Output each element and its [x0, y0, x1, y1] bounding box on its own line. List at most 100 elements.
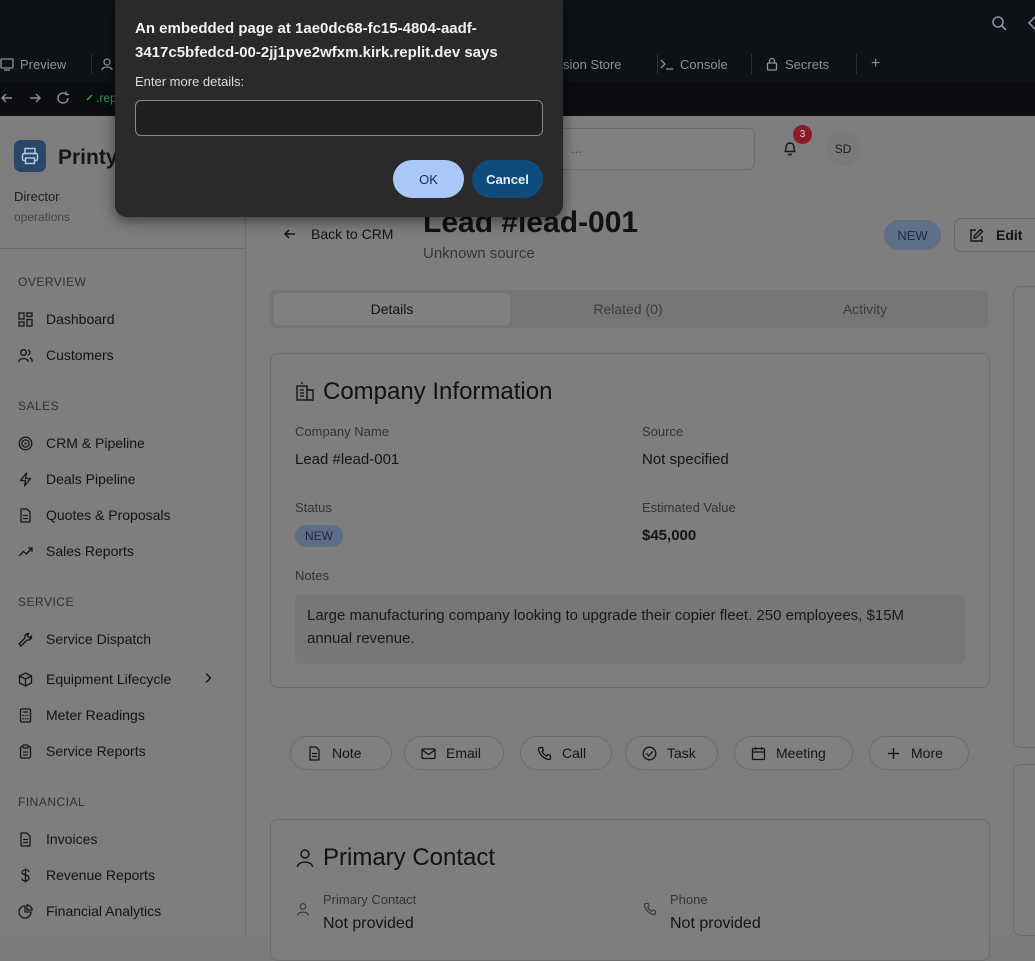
dialog-message: An embedded page at 1ae0dc68-fc15-4804-a… — [135, 20, 498, 61]
sidebar-item-quotes[interactable]: Quotes & Proposals — [18, 503, 228, 527]
phone-icon — [537, 746, 552, 760]
tab-activity[interactable]: Activity — [746, 293, 984, 325]
sidebar-item-label: Service Dispatch — [46, 631, 152, 647]
section-overview: OVERVIEW — [18, 275, 87, 289]
sidebar-item-label: Invoices — [46, 831, 98, 847]
brand-name[interactable]: Printy — [58, 146, 118, 170]
dollar-icon — [21, 868, 30, 882]
back-label: Back to CRM — [311, 226, 394, 242]
sidebar-item-label: Equipment Lifecycle — [46, 671, 172, 687]
back-arrow-icon[interactable] — [0, 91, 14, 105]
refresh-icon[interactable] — [56, 91, 70, 105]
terminal-icon — [660, 59, 673, 70]
tab-details[interactable]: Details — [274, 293, 510, 325]
edit-icon — [970, 228, 984, 242]
status-badge: NEW — [295, 525, 343, 547]
tab-secrets[interactable]: Secrets — [765, 46, 857, 82]
note-label: Note — [332, 745, 362, 761]
sidebar-item-meter-readings[interactable]: Meter Readings — [18, 703, 228, 727]
tab-secrets-label: Secrets — [785, 56, 830, 72]
building-icon — [296, 382, 314, 401]
sidebar-item-label: Dashboard — [46, 311, 115, 327]
primary-contact-label: Primary Contact — [323, 892, 417, 907]
notes-text: Large manufacturing company looking to u… — [295, 594, 965, 664]
sidebar-item-revenue-reports[interactable]: Revenue Reports — [18, 863, 228, 887]
new-tab-button[interactable]: + — [871, 46, 885, 82]
tab-related[interactable]: Related (0) — [510, 293, 746, 325]
phone-label: Phone — [670, 892, 708, 907]
tab-preview-label: Preview — [20, 56, 67, 72]
meeting-button[interactable]: Meeting — [734, 736, 853, 770]
sidebar-item-label: Customers — [46, 347, 114, 363]
plus-icon — [888, 747, 899, 759]
check-circle-icon — [642, 746, 657, 760]
user-role: Director — [14, 189, 60, 204]
section-sales: SALES — [18, 399, 60, 413]
side-panel-edge — [1013, 286, 1035, 748]
user-department: operations — [14, 210, 71, 224]
sidebar-item-crm[interactable]: CRM & Pipeline — [18, 431, 228, 455]
company-name-label: Company Name — [295, 424, 389, 439]
clipboard-icon — [19, 743, 32, 759]
tab-preview[interactable]: Preview — [0, 46, 92, 82]
sidebar-item-financial-analytics[interactable]: Financial Analytics — [18, 899, 228, 923]
search-placeholder: ... — [571, 141, 582, 156]
sidebar-item-label: Revenue Reports — [46, 867, 155, 883]
mail-icon — [421, 747, 436, 759]
tab-session-store[interactable]: sion Store — [563, 46, 658, 82]
chevron-left-icon[interactable] — [1027, 16, 1035, 30]
card-title-text: Company Information — [323, 378, 553, 405]
ok-button[interactable]: OK — [393, 160, 464, 198]
sidebar-item-label: Sales Reports — [46, 543, 134, 559]
sidebar-item-service-reports[interactable]: Service Reports — [18, 739, 228, 763]
sidebar-item-service-dispatch[interactable]: Service Dispatch — [18, 627, 228, 651]
section-service: SERVICE — [18, 595, 74, 609]
card-title: Primary Contact — [295, 844, 495, 872]
bell-icon[interactable] — [782, 140, 798, 156]
box-icon — [18, 671, 33, 687]
sidebar-item-deals[interactable]: Deals Pipeline — [18, 467, 228, 491]
search-input[interactable]: ... — [558, 128, 755, 170]
pie-chart-icon — [18, 903, 33, 919]
tab-console-label: Console — [680, 56, 728, 72]
preview-icon — [0, 58, 14, 71]
back-to-crm-link[interactable]: Back to CRM — [283, 226, 393, 242]
email-button[interactable]: Email — [404, 736, 504, 770]
sidebar-item-label: Deals Pipeline — [46, 471, 136, 487]
invoice-icon — [20, 831, 31, 847]
sidebar-item-label: Financial Analytics — [46, 903, 162, 919]
side-panel-edge — [1013, 764, 1035, 936]
url-text[interactable]: .rep — [96, 91, 117, 105]
sidebar-item-equipment-lifecycle[interactable]: Equipment Lifecycle — [18, 667, 228, 691]
add-note-button[interactable]: Note — [290, 736, 392, 770]
link-icon — [86, 94, 93, 101]
sidebar-item-customers[interactable]: Customers — [18, 343, 228, 367]
user-icon — [101, 58, 113, 71]
company-name-value: Lead #lead-001 — [295, 451, 400, 468]
section-financial: FINANCIAL — [18, 795, 86, 809]
edit-button[interactable]: Edit — [954, 218, 1035, 252]
sidebar-item-sales-reports[interactable]: Sales Reports — [18, 539, 228, 563]
sidebar-item-invoices[interactable]: Invoices — [18, 827, 228, 851]
call-button[interactable]: Call — [520, 736, 612, 770]
task-label: Task — [667, 745, 696, 761]
cancel-button[interactable]: Cancel — [472, 160, 543, 198]
search-icon[interactable] — [991, 15, 1007, 31]
lock-icon — [766, 57, 778, 71]
task-button[interactable]: Task — [625, 736, 718, 770]
tab-session-store-label: sion Store — [563, 56, 622, 72]
primary-contact-value: Not provided — [323, 915, 414, 932]
chevron-right-icon[interactable] — [202, 672, 214, 684]
avatar[interactable]: SD — [826, 132, 860, 166]
email-label: Email — [446, 745, 482, 761]
more-button[interactable]: More — [869, 736, 969, 770]
status-badge: NEW — [884, 220, 941, 250]
sidebar-item-dashboard[interactable]: Dashboard — [18, 307, 228, 331]
page-subtitle: Unknown source — [423, 245, 535, 262]
notification-badge: 3 — [793, 125, 812, 144]
tab-console[interactable]: Console — [660, 46, 752, 82]
forward-arrow-icon[interactable] — [28, 91, 42, 105]
notes-label: Notes — [295, 568, 329, 583]
details-input[interactable] — [135, 100, 543, 136]
prompt-dialog: An embedded page at 1ae0dc68-fc15-4804-a… — [115, 0, 563, 217]
